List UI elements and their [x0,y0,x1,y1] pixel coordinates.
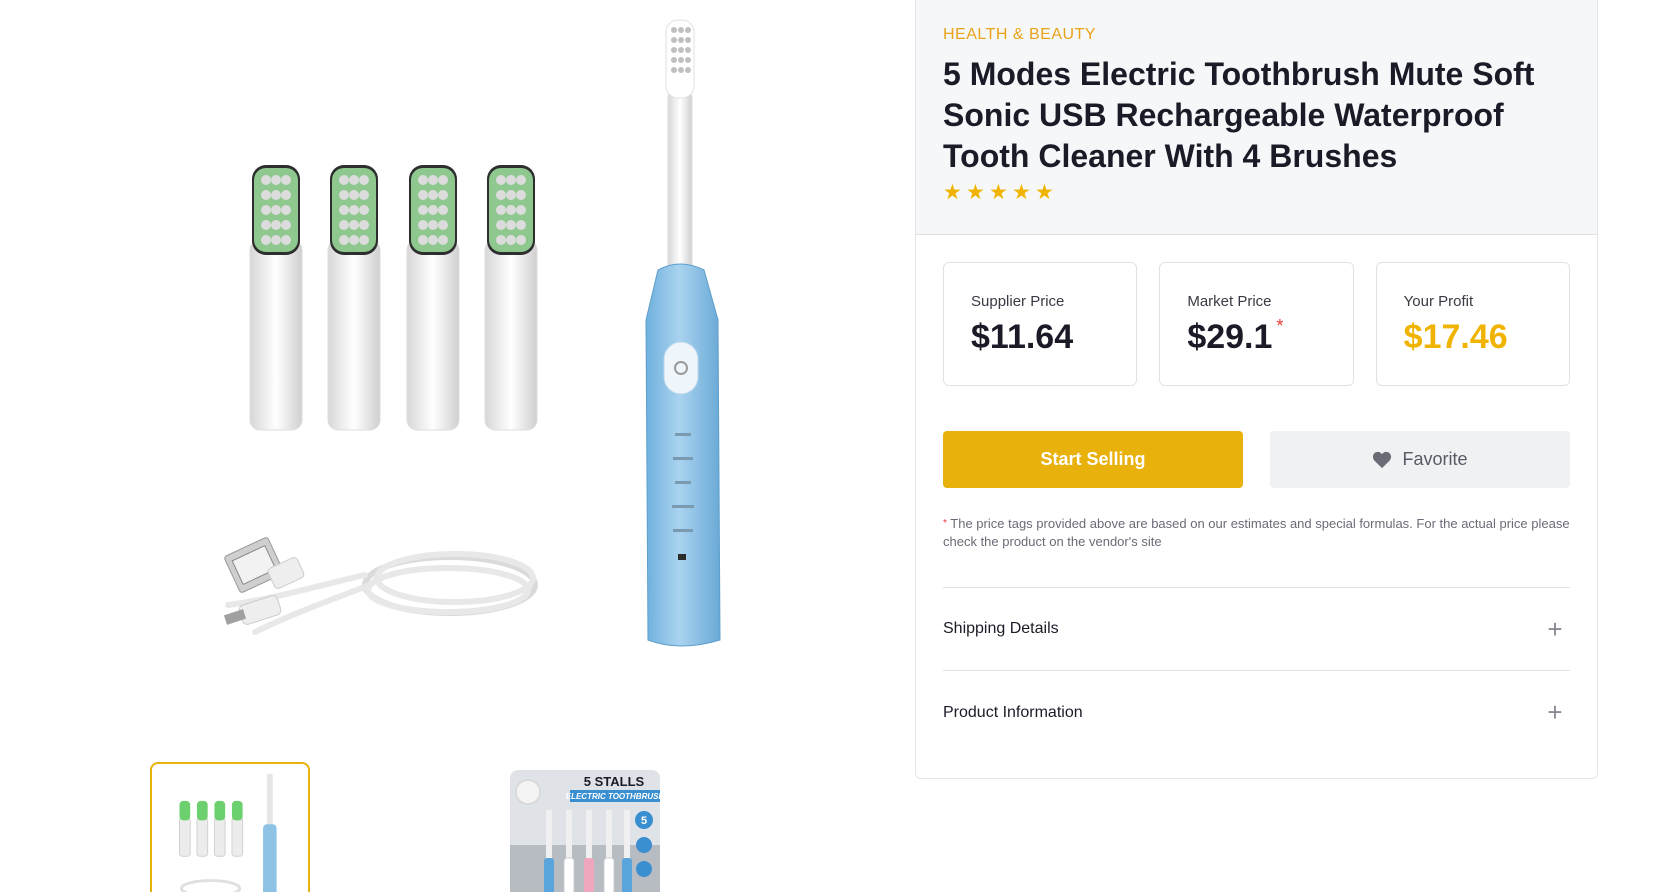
brush-head-3 [406,165,460,431]
favorite-label: Favorite [1402,449,1468,469]
thumbnail-2[interactable]: 5 STALLS ELECTRIC TOOTHBRUSH 5 [510,770,660,892]
brush-head-1 [249,165,303,431]
plus-icon[interactable]: + [1545,697,1565,728]
usb-plug [224,537,305,593]
supplier-price-value: $11.64 [971,318,1074,356]
supplier-price-card: Supplier Price $11.64 [943,262,1138,386]
favorite-button[interactable]: Favorite [1270,431,1570,488]
thumbnail-1[interactable] [150,762,310,892]
thumb-subtitle: ELECTRIC TOOTHBRUSH [566,792,660,801]
plus-icon[interactable]: + [1545,614,1565,645]
product-info-panel: HEALTH & BEAUTY 5 Modes Electric Toothbr… [915,0,1598,779]
accordion-shipping-details[interactable]: Shipping Details + [943,588,1570,671]
profit-label: Your Profit [1403,293,1474,310]
profit-card: Your Profit $17.46 [1375,262,1570,386]
heart-icon [1373,451,1392,468]
thumb-title: 5 STALLS [584,774,645,789]
disclaimer-asterisk: * [943,518,947,529]
market-price-label: Market Price [1187,293,1272,310]
accordion-product-information[interactable]: Product Information + [943,671,1570,754]
rating-stars: ★ ★ ★ ★ ★ [943,181,1570,204]
market-price-value: $29.1 [1187,318,1273,356]
product-title: 5 Modes Electric Toothbrush Mute Soft So… [943,56,1535,174]
product-category[interactable]: HEALTH & BEAUTY [943,26,1570,44]
toothbrush [645,19,721,647]
star-icon: ★ [1035,181,1054,204]
star-icon: ★ [1012,181,1031,204]
price-cards: Supplier Price $11.64 Market Price $29.1… [943,262,1570,386]
profit-value: $17.46 [1403,318,1508,356]
main-product-image [150,0,850,700]
market-price-card: Market Price $29.1 * [1159,262,1354,386]
supplier-price-label: Supplier Price [971,293,1065,310]
price-disclaimer: * The price tags provided above are base… [943,515,1573,551]
market-price-wrap: $29.1 * [1187,316,1283,357]
product-header: HEALTH & BEAUTY 5 Modes Electric Toothbr… [916,0,1597,235]
start-selling-button[interactable]: Start Selling [943,431,1243,488]
market-price-asterisk: * [1276,316,1284,336]
star-icon: ★ [989,181,1008,204]
product-body: Supplier Price $11.64 Market Price $29.1… [916,235,1597,754]
action-buttons: Start Selling Favorite [943,431,1570,488]
details-accordion: Shipping Details + Product Information + [943,587,1570,754]
star-icon: ★ [966,181,985,204]
thumb-brush-heads [179,800,244,857]
product-gallery: 5 STALLS ELECTRIC TOOTHBRUSH 5 [0,0,860,892]
accordion-label: Shipping Details [943,620,1059,637]
disclaimer-text: The price tags provided above are based … [943,516,1570,549]
brush-head-4 [484,165,538,431]
thumbnail-strip: 5 STALLS ELECTRIC TOOTHBRUSH 5 [150,762,850,892]
star-icon: ★ [943,181,962,204]
brush-head-2 [327,165,381,431]
accordion-label: Product Information [943,703,1083,721]
thumb-badge: 5 [641,815,647,827]
